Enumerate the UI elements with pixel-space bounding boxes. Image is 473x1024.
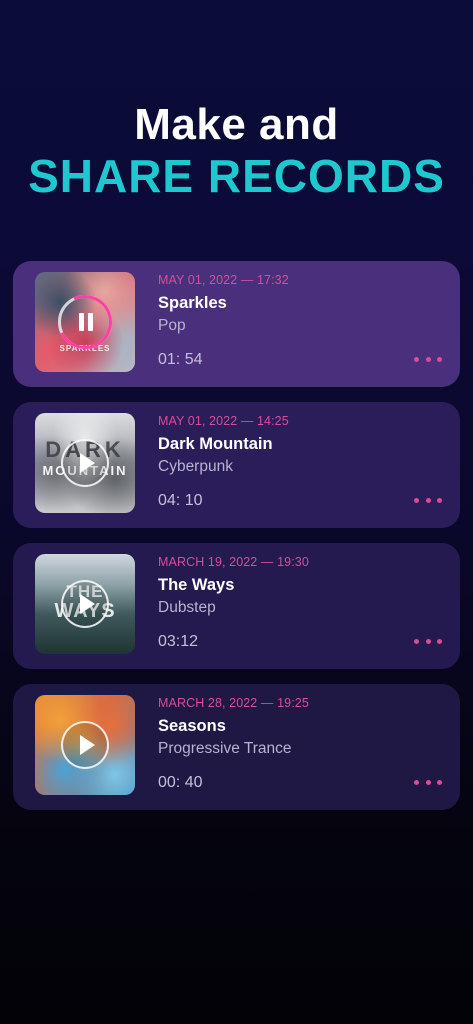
record-duration: 04: 10 <box>158 492 203 509</box>
record-genre: Pop <box>158 317 186 334</box>
record-genre: Progressive Trance <box>158 740 292 757</box>
dot <box>414 356 419 362</box>
dot <box>414 638 419 644</box>
headline-line-1: Make and <box>134 100 339 149</box>
dot <box>425 356 431 362</box>
more-options-button[interactable] <box>414 495 442 505</box>
more-options-button[interactable] <box>414 636 442 646</box>
play-icon <box>79 735 95 755</box>
record-card-seasons[interactable]: MARCH 28, 2022 — 19:25 Seasons Progressi… <box>13 684 460 810</box>
record-genre: Dubstep <box>158 599 216 616</box>
headline-line-2: SHARE RECORDS <box>28 150 445 202</box>
record-duration: 01: 54 <box>158 351 203 368</box>
record-date: MAY 01, 2022 — 17:32 <box>158 273 289 287</box>
record-cover[interactable]: SPARKLES <box>35 272 135 372</box>
dot <box>425 779 431 785</box>
record-cover[interactable]: THE WAYS <box>35 554 135 654</box>
record-duration: 00: 40 <box>158 774 203 791</box>
record-duration: 03:12 <box>158 633 199 650</box>
pause-icon <box>78 313 94 331</box>
records-list: SPARKLES MAY 01, 2022 — 17:32 Sparkles P… <box>13 261 460 825</box>
record-card-the-ways[interactable]: THE WAYS MARCH 19, 2022 — 19:30 The Ways… <box>13 543 460 669</box>
dot <box>425 497 431 503</box>
record-title: Sparkles <box>158 294 227 312</box>
record-title: Dark Mountain <box>158 435 273 453</box>
record-date: MARCH 19, 2022 — 19:30 <box>158 555 309 569</box>
play-button[interactable] <box>61 439 109 487</box>
record-card-dark-mountain[interactable]: DARK MOUNTAIN MAY 01, 2022 — 14:25 Dark … <box>13 402 460 528</box>
record-date: MAY 01, 2022 — 14:25 <box>158 414 289 428</box>
play-button[interactable] <box>61 721 109 769</box>
play-button[interactable] <box>61 580 109 628</box>
headline: Make and SHARE RECORDS <box>0 100 473 202</box>
record-cover[interactable] <box>35 695 135 795</box>
play-icon <box>79 594 95 614</box>
pause-button[interactable] <box>50 287 120 357</box>
record-meta: MARCH 19, 2022 — 19:30 The Ways Dubstep <box>158 554 440 618</box>
dot <box>437 356 442 362</box>
dot <box>425 638 431 644</box>
record-title: The Ways <box>158 576 235 594</box>
dot <box>414 497 419 503</box>
record-genre: Cyberpunk <box>158 458 233 475</box>
dot <box>437 497 442 503</box>
dot <box>437 638 442 644</box>
record-date: MARCH 28, 2022 — 19:25 <box>158 696 309 710</box>
dot <box>414 779 419 785</box>
record-meta: MARCH 28, 2022 — 19:25 Seasons Progressi… <box>158 695 440 759</box>
record-card-sparkles[interactable]: SPARKLES MAY 01, 2022 — 17:32 Sparkles P… <box>13 261 460 387</box>
more-options-button[interactable] <box>414 777 442 787</box>
more-options-button[interactable] <box>414 354 442 364</box>
record-title: Seasons <box>158 717 226 735</box>
record-meta: MAY 01, 2022 — 17:32 Sparkles Pop <box>158 272 440 336</box>
record-meta: MAY 01, 2022 — 14:25 Dark Mountain Cyber… <box>158 413 440 477</box>
record-cover[interactable]: DARK MOUNTAIN <box>35 413 135 513</box>
dot <box>437 779 442 785</box>
play-icon <box>79 453 95 473</box>
